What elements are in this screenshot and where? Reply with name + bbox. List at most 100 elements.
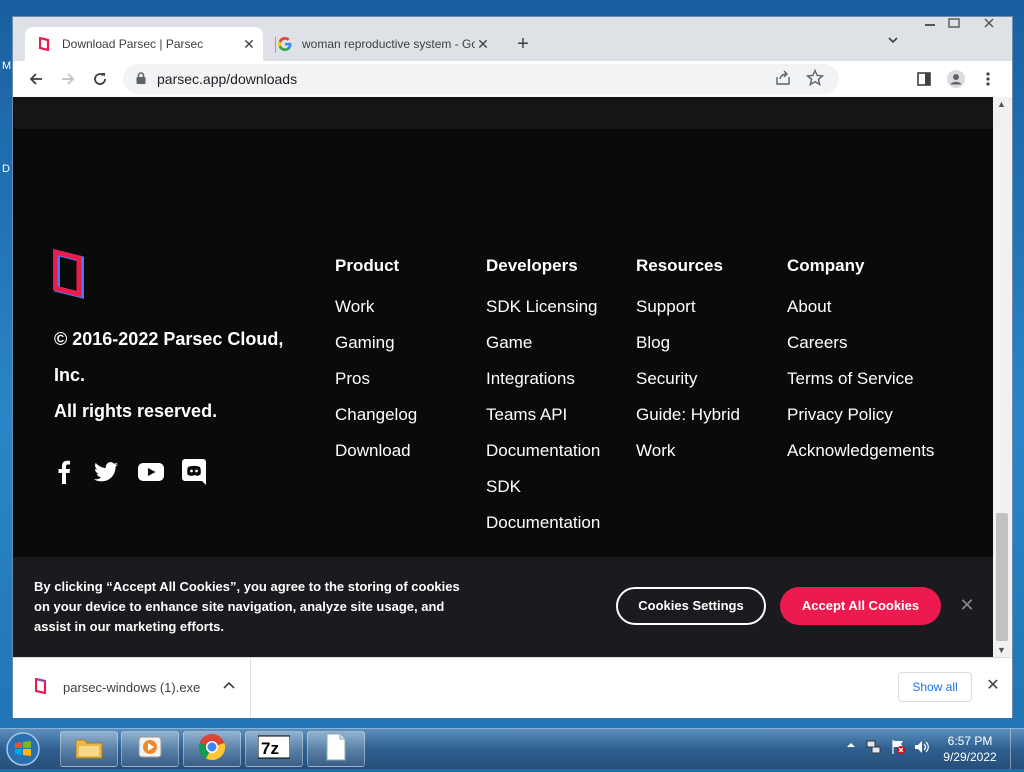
window-close-icon[interactable] <box>975 17 1003 35</box>
footer-link[interactable]: Careers <box>787 325 934 361</box>
footer-link[interactable]: Blog <box>636 325 740 361</box>
menu-kebab-icon[interactable] <box>976 67 1000 91</box>
clock-time: 6:57 PM <box>947 734 993 748</box>
media-player-icon <box>137 734 163 765</box>
footer-link[interactable]: Privacy Policy <box>787 397 934 433</box>
footer-link[interactable]: Download <box>335 433 417 469</box>
download-bar-close-icon[interactable]: ✕ <box>983 676 1003 696</box>
tab-close-icon[interactable]: ✕ <box>475 36 491 52</box>
minimize-icon[interactable] <box>919 17 941 35</box>
tab-title: Download Parsec | Parsec <box>62 37 204 51</box>
chrome-icon <box>198 733 226 766</box>
back-icon[interactable] <box>24 67 48 91</box>
footer-column-product: Product Work Gaming Pros Changelog Downl… <box>335 253 417 469</box>
action-center-icon[interactable] <box>890 739 906 758</box>
scrollbar-thumb[interactable] <box>996 513 1008 641</box>
svg-text:7z: 7z <box>261 739 279 758</box>
show-desktop-button[interactable] <box>1010 729 1024 769</box>
scroll-down-icon[interactable]: ▼ <box>997 645 1006 655</box>
start-button[interactable] <box>4 731 44 767</box>
footer-link[interactable]: Terms of Service <box>787 361 934 397</box>
desktop-icon-label[interactable]: M <box>2 60 11 72</box>
footer-link[interactable]: Pros <box>335 361 417 397</box>
tab-parsec[interactable]: Download Parsec | Parsec ✕ <box>25 27 263 61</box>
footer-link[interactable]: Changelog <box>335 397 417 433</box>
7zip-taskbar-button[interactable]: 7z <box>245 731 303 767</box>
tab-google[interactable]: woman reproductive system - Go ✕ <box>265 27 497 61</box>
explorer-taskbar-button[interactable] <box>60 731 118 767</box>
browser-toolbar: parsec.app/downloads <box>13 61 1012 97</box>
desktop-icon-label[interactable]: D <box>2 163 10 175</box>
footer-link[interactable]: SDK <box>486 469 600 505</box>
footer-link[interactable]: Gaming <box>335 325 417 361</box>
side-panel-icon[interactable] <box>912 67 936 91</box>
tab-search-icon[interactable] <box>881 33 905 57</box>
footer-link[interactable]: Support <box>636 289 740 325</box>
page-top-strip <box>13 97 993 129</box>
twitter-icon[interactable] <box>93 459 119 485</box>
footer-link[interactable]: About <box>787 289 934 325</box>
footer-link[interactable]: Documentation <box>486 433 600 469</box>
maximize-icon[interactable] <box>943 17 965 35</box>
forward-icon[interactable] <box>56 67 80 91</box>
tab-strip: Download Parsec | Parsec ✕ woman reprodu… <box>13 17 1012 61</box>
youtube-icon[interactable] <box>137 459 165 485</box>
address-bar[interactable]: parsec.app/downloads <box>123 64 839 94</box>
download-filename[interactable]: parsec-windows (1).exe <box>63 680 200 695</box>
reload-icon[interactable] <box>88 67 112 91</box>
scroll-up-icon[interactable]: ▲ <box>997 99 1006 109</box>
footer-link[interactable]: Security <box>636 361 740 397</box>
column-heading: Product <box>335 256 400 275</box>
lock-icon[interactable] <box>135 71 147 90</box>
7zip-icon: 7z <box>257 735 291 764</box>
footer-link[interactable]: Work <box>335 289 417 325</box>
footer-link[interactable]: Work <box>636 433 740 469</box>
chrome-taskbar-button[interactable] <box>183 731 241 767</box>
copyright-block: © 2016-2022 Parsec Cloud, Inc. All right… <box>54 321 314 429</box>
browser-window: Download Parsec | Parsec ✕ woman reprodu… <box>12 16 1013 718</box>
cookie-banner: By clicking “Accept All Cookies”, you ag… <box>13 557 993 657</box>
cookie-close-icon[interactable]: ✕ <box>957 595 977 615</box>
chevron-up-icon[interactable] <box>221 678 237 699</box>
parsec-logo[interactable] <box>52 248 87 304</box>
footer-link[interactable]: Teams API <box>486 397 600 433</box>
footer-column-resources: Resources Support Blog Security Guide: H… <box>636 253 740 469</box>
volume-icon[interactable] <box>914 739 930 758</box>
facebook-icon[interactable] <box>53 459 75 485</box>
parsec-file-icon <box>34 677 47 699</box>
accept-all-cookies-button[interactable]: Accept All Cookies <box>780 587 941 625</box>
footer-column-company: Company About Careers Terms of Service P… <box>787 253 934 469</box>
footer-link[interactable]: Documentation <box>486 505 600 541</box>
tray-expand-icon[interactable] <box>846 739 856 753</box>
clock-date: 9/29/2022 <box>943 750 997 764</box>
footer-link[interactable]: Game <box>486 325 600 361</box>
footer-link[interactable]: Integrations <box>486 361 600 397</box>
document-icon <box>325 733 347 766</box>
share-icon[interactable] <box>773 68 793 93</box>
footer-link[interactable]: Guide: Hybrid <box>636 397 740 433</box>
footer-link[interactable]: Acknowledgements <box>787 433 934 469</box>
notepad-taskbar-button[interactable] <box>307 731 365 767</box>
new-tab-button[interactable]: + <box>511 32 535 56</box>
page-scrollbar[interactable]: ▲ ▼ <box>993 97 1012 657</box>
column-heading: Developers <box>486 256 578 275</box>
web-page: © 2016-2022 Parsec Cloud, Inc. All right… <box>13 97 993 657</box>
cookies-settings-button[interactable]: Cookies Settings <box>616 587 766 625</box>
footer-link[interactable]: SDK Licensing <box>486 289 600 325</box>
discord-icon[interactable] <box>181 459 207 485</box>
network-tray-icon[interactable] <box>866 739 882 758</box>
bookmark-star-icon[interactable] <box>805 68 825 93</box>
rights-line: All rights reserved. <box>54 401 218 421</box>
tab-close-icon[interactable]: ✕ <box>241 36 257 52</box>
google-favicon-icon <box>277 36 293 52</box>
taskbar-clock[interactable]: 6:57 PM 9/29/2022 <box>938 733 1002 765</box>
media-player-taskbar-button[interactable] <box>121 731 179 767</box>
cookie-message: By clicking “Accept All Cookies”, you ag… <box>34 579 460 634</box>
profile-avatar-icon[interactable] <box>944 67 968 91</box>
show-all-button[interactable]: Show all <box>898 672 972 702</box>
download-item[interactable]: parsec-windows (1).exe <box>13 658 251 718</box>
copyright-line: Inc. <box>54 365 86 385</box>
footer-column-developers: Developers SDK Licensing Game Integratio… <box>486 253 600 541</box>
url-text[interactable]: parsec.app/downloads <box>157 71 297 87</box>
parsec-favicon-icon <box>37 36 53 52</box>
